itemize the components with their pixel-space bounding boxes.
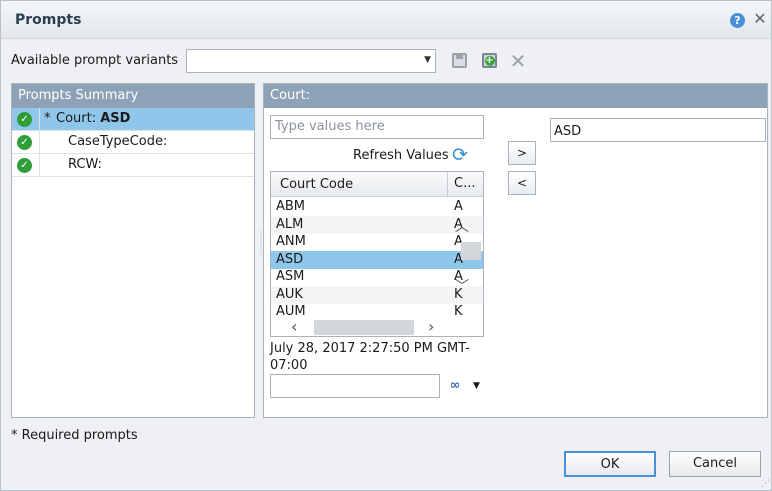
variants-select[interactable]: ▼ bbox=[186, 49, 436, 73]
summary-item-label: Court: bbox=[56, 111, 97, 126]
chevron-down-icon[interactable]: ▼ bbox=[473, 381, 480, 391]
prompts-summary-panel: Prompts Summary ✓ * Court: ASD ✓ CaseTyp… bbox=[11, 83, 255, 418]
list-item-code: ASM bbox=[276, 269, 305, 284]
column-header-description[interactable]: C... bbox=[447, 172, 483, 196]
list-header: Court Code C... bbox=[271, 172, 483, 197]
list-item-code: ASD bbox=[276, 252, 304, 267]
court-header: Court: bbox=[264, 84, 767, 108]
title-bar[interactable]: Prompts ? ✕ bbox=[1, 1, 771, 39]
panel-splitter[interactable]: ⋮ ⋮ ⋮ bbox=[257, 231, 265, 271]
horizontal-scrollbar[interactable]: ‹ › bbox=[271, 317, 483, 336]
binoculars-icon[interactable]: ∞ bbox=[445, 377, 465, 395]
close-icon[interactable]: ✕ bbox=[752, 10, 768, 28]
save-icon[interactable] bbox=[449, 51, 469, 71]
remove-value-button[interactable]: < bbox=[508, 171, 536, 195]
column-header-court-code[interactable]: Court Code bbox=[280, 177, 353, 192]
chevron-right-icon[interactable]: › bbox=[428, 317, 434, 336]
list-item-code: ALM bbox=[276, 217, 304, 232]
last-refresh-timestamp: July 28, 2017 2:27:50 PM GMT-07:00 bbox=[270, 341, 470, 373]
vertical-scrollbar[interactable]: ︿ ﹀ bbox=[447, 216, 483, 296]
prompts-summary-header: Prompts Summary bbox=[12, 84, 254, 108]
ok-button[interactable]: OK bbox=[564, 451, 656, 477]
help-icon[interactable]: ? bbox=[730, 13, 745, 28]
check-icon: ✓ bbox=[17, 158, 32, 173]
list-item[interactable]: ABM A bbox=[271, 198, 483, 216]
resize-grip-icon[interactable]: ⋰ bbox=[761, 479, 770, 489]
chevron-up-icon[interactable]: ︿ bbox=[455, 216, 469, 236]
scrollbar-thumb[interactable] bbox=[461, 242, 481, 260]
summary-item-court[interactable]: ✓ * Court: ASD bbox=[12, 108, 254, 131]
delete-icon[interactable]: ✕ bbox=[508, 51, 528, 71]
summary-item-rcw[interactable]: ✓ RCW: bbox=[12, 154, 254, 177]
variants-label: Available prompt variants bbox=[11, 53, 179, 68]
prompts-dialog: Prompts ? ✕ Available prompt variants ▼ … bbox=[0, 0, 772, 491]
search-field[interactable] bbox=[270, 374, 440, 398]
dialog-title: Prompts bbox=[15, 12, 82, 28]
required-marker: * bbox=[44, 111, 51, 126]
refresh-values-label[interactable]: Refresh Values bbox=[353, 148, 449, 163]
check-icon: ✓ bbox=[17, 112, 32, 127]
summary-item-label: CaseTypeCode: bbox=[68, 134, 168, 149]
summary-item-label: RCW: bbox=[68, 157, 102, 172]
selected-values-list[interactable]: ASD bbox=[550, 118, 766, 142]
values-list[interactable]: Court Code C... ABM A ALM A ANM A ASD A … bbox=[270, 171, 484, 337]
list-item-desc: A bbox=[454, 199, 463, 214]
scrollbar-thumb[interactable] bbox=[314, 320, 414, 335]
refresh-icon[interactable]: ⟳ bbox=[449, 144, 471, 166]
list-item-code: ANM bbox=[276, 234, 306, 249]
list-item-code: AUK bbox=[276, 287, 303, 302]
required-prompts-note: * Required prompts bbox=[11, 428, 138, 443]
summary-item-value: ASD bbox=[100, 111, 131, 126]
chevron-left-icon[interactable]: ‹ bbox=[291, 317, 297, 336]
list-item-code: ABM bbox=[276, 199, 306, 214]
chevron-down-icon: ▼ bbox=[424, 55, 431, 65]
save-as-icon[interactable]: + bbox=[479, 51, 499, 71]
chevron-down-icon[interactable]: ﹀ bbox=[455, 276, 469, 296]
cancel-button[interactable]: Cancel bbox=[669, 451, 761, 477]
check-icon: ✓ bbox=[17, 135, 32, 150]
selected-value[interactable]: ASD bbox=[554, 124, 581, 139]
add-value-button[interactable]: > bbox=[508, 141, 536, 165]
search-input[interactable]: Type values here bbox=[270, 115, 484, 139]
summary-item-casetypecode[interactable]: ✓ CaseTypeCode: bbox=[12, 131, 254, 154]
